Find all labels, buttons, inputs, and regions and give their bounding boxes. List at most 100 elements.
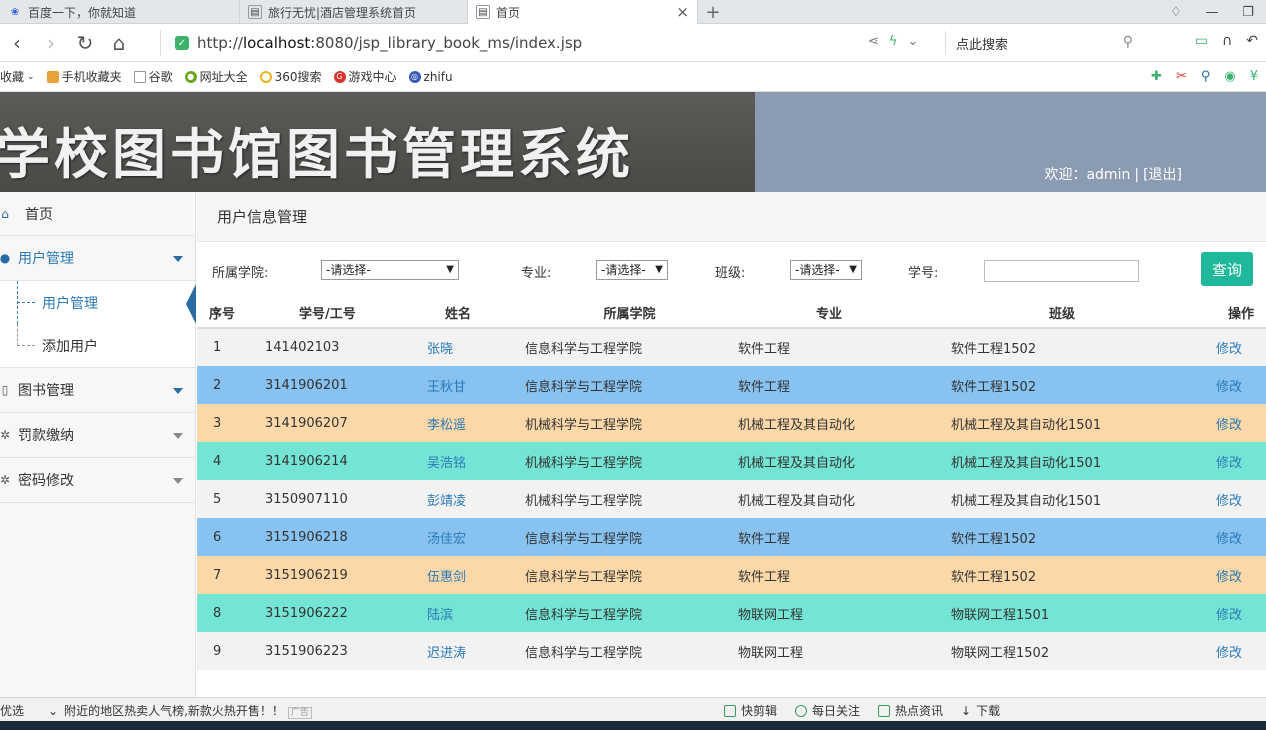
edit-link[interactable]: 修改 — [1216, 646, 1242, 661]
logout-link[interactable]: [退出] — [1143, 167, 1182, 183]
user-name-link[interactable]: 伍惠剑 — [427, 570, 466, 585]
status-tool-daily[interactable]: 每日关注 — [795, 702, 860, 719]
user-name-link[interactable]: 张晓 — [427, 342, 453, 357]
minimize-icon[interactable]: — — [1194, 0, 1230, 24]
ticker-text: 附近的地区热卖人气榜,新款火热开售！！ — [64, 704, 284, 718]
cell-college: 信息科学与工程学院 — [525, 569, 643, 585]
status-tool-kuaijianji[interactable]: 快剪辑 — [724, 702, 777, 719]
cell-op: 修改 — [1169, 442, 1266, 480]
cell-name: 伍惠剑 — [425, 556, 523, 594]
chevron-down-icon: ▼ — [655, 264, 663, 275]
browser-tab-baidu[interactable]: ❀ 百度一下，你就知道 — [0, 0, 240, 24]
user-name-link[interactable]: 彭靖凌 — [427, 494, 466, 509]
extension-icon[interactable]: ✚ — [1151, 69, 1162, 84]
table-row: 2 3141906201 王秋甘 信息科学与工程学院 软件工程 软件工程1502 修改 — [197, 366, 1266, 404]
cell-id: 3151906218 — [265, 529, 348, 545]
browser-tab-title: 百度一下，你就知道 — [28, 5, 137, 20]
refresh-icon[interactable]: ↻ — [68, 24, 102, 62]
cell-college: 机械科学与工程学院 — [525, 417, 643, 433]
search-icon[interactable]: ⚲ — [1123, 34, 1133, 50]
bookmark-hao123[interactable]: ● 网址大全 — [184, 68, 248, 85]
sidebar-item-book-management[interactable]: ▯ 图书管理 — [0, 368, 195, 413]
cell-college: 机械科学与工程学院 — [525, 493, 643, 509]
cell-id: 3141906201 — [265, 377, 348, 393]
restore-icon[interactable]: ❐ — [1230, 0, 1266, 24]
edit-link[interactable]: 修改 — [1216, 380, 1242, 395]
game-pad-icon[interactable]: ◉ — [1224, 69, 1235, 84]
status-ticker[interactable]: ⌄ 附近的地区热卖人气榜,新款火热开售！！ 广告 — [48, 702, 312, 719]
ring-icon — [259, 70, 272, 83]
lightning-icon[interactable]: ϟ — [889, 34, 898, 49]
sidebar-item-password[interactable]: ✲ 密码修改 — [0, 458, 195, 503]
sidebar-item-user-management[interactable]: ● 用户管理 — [0, 236, 195, 281]
close-icon[interactable]: × — [676, 3, 689, 21]
username: admin — [1086, 167, 1131, 183]
cell-name: 李松遥 — [425, 404, 523, 442]
cell-name: 彭靖凌 — [425, 480, 523, 518]
browser-tab-hotel[interactable]: ▤ 旅行无忧|酒店管理系统首页 — [240, 0, 468, 24]
shirt-icon[interactable]: ♢ — [1158, 0, 1194, 24]
bookmark-zhifu[interactable]: ◎ zhifu — [408, 70, 453, 84]
chevron-down-icon[interactable]: ⌄ — [907, 34, 918, 49]
cell-no: 3 — [213, 415, 222, 431]
user-name-link[interactable]: 迟进涛 — [427, 646, 466, 661]
college-select[interactable]: -请选择- ▼ — [321, 260, 459, 280]
browser-search-input[interactable]: 点此搜索 ⚲ — [945, 31, 1145, 55]
query-button[interactable]: 查询 — [1201, 252, 1253, 286]
table-row: 7 3151906219 伍惠剑 信息科学与工程学院 软件工程 软件工程1502 修改 — [197, 556, 1266, 594]
search-icon[interactable]: ⚲ — [1201, 69, 1211, 84]
sidebar-subitem-user-management[interactable]: 用户管理 — [0, 281, 196, 324]
bookmark-google[interactable]: 谷歌 — [133, 68, 173, 85]
headphone-icon[interactable]: ∩ — [1222, 33, 1232, 49]
cell-college: 信息科学与工程学院 — [525, 342, 643, 357]
edit-link[interactable]: 修改 — [1216, 342, 1242, 357]
bookmark-games[interactable]: G 游戏中心 — [333, 68, 397, 85]
table-row: 9 3151906223 迟进涛 信息科学与工程学院 物联网工程 物联网工程1502 修改 — [197, 632, 1266, 670]
browser-right-tools: ▭ ∩ ↶ — [1195, 33, 1258, 49]
user-name-link[interactable]: 王秋甘 — [427, 380, 466, 395]
url-tools: ⋖ ϟ ⌄ — [868, 34, 918, 49]
cell-college: 信息科学与工程学院 — [525, 645, 643, 661]
battery-icon[interactable]: ▭ — [1195, 33, 1208, 49]
edit-link[interactable]: 修改 — [1216, 494, 1242, 509]
edit-link[interactable]: 修改 — [1216, 418, 1242, 433]
student-id-input[interactable] — [984, 260, 1139, 282]
sidebar-item-fines[interactable]: ✲ 罚款缴纳 — [0, 413, 195, 458]
cell-major: 物联网工程 — [738, 607, 804, 623]
page-icon: ▤ — [248, 5, 262, 19]
sidebar-item-home[interactable]: ⌂ 首页 — [0, 192, 195, 236]
table-row: 1 141402103 张晓 信息科学与工程学院 软件工程 软件工程1502 修改 — [197, 328, 1266, 366]
browser-tab-home[interactable]: ▤ 首页 × — [468, 0, 698, 24]
news-icon — [878, 704, 891, 717]
status-tool-download[interactable]: ↓ 下载 — [961, 702, 1000, 719]
share-icon[interactable]: ⋖ — [868, 34, 879, 49]
edit-link[interactable]: 修改 — [1216, 456, 1242, 471]
bookmark-favorites[interactable]: 收藏 ⌄ — [0, 68, 35, 85]
play-icon — [795, 704, 808, 717]
cell-op: 修改 — [1169, 556, 1266, 594]
new-tab-button[interactable]: + — [698, 0, 728, 24]
user-name-link[interactable]: 李松遥 — [427, 418, 466, 433]
major-select[interactable]: -请选择- ▼ — [596, 260, 668, 280]
forward-icon[interactable]: › — [34, 24, 68, 62]
edit-link[interactable]: 修改 — [1216, 532, 1242, 547]
edit-link[interactable]: 修改 — [1216, 570, 1242, 585]
user-name-link[interactable]: 吴浩铭 — [427, 456, 466, 471]
back-icon[interactable]: ‹ — [0, 24, 34, 62]
home-icon[interactable]: ⌂ — [102, 24, 136, 62]
sidebar-item-label: 首页 — [25, 206, 53, 223]
bookmark-360[interactable]: 360搜索 — [259, 68, 322, 85]
class-select[interactable]: -请选择- ▼ — [790, 260, 862, 280]
scissors-icon[interactable]: ✂ — [1176, 69, 1187, 84]
sidebar-submenu: 用户管理 添加用户 — [0, 281, 196, 368]
status-left[interactable]: 优选 — [0, 702, 24, 719]
user-name-link[interactable]: 汤佳宏 — [427, 532, 466, 547]
sidebar-subitem-add-user[interactable]: 添加用户 — [0, 324, 195, 367]
url-field[interactable]: ✓ http://localhost:8080/jsp_library_book… — [160, 30, 940, 56]
status-tool-news[interactable]: 热点资讯 — [878, 702, 943, 719]
edit-link[interactable]: 修改 — [1216, 608, 1242, 623]
undo-icon[interactable]: ↶ — [1246, 33, 1258, 49]
user-name-link[interactable]: 陆滨 — [427, 608, 453, 623]
bookmark-mobile[interactable]: 手机收藏夹 — [46, 68, 122, 85]
money-icon[interactable]: ¥ — [1250, 69, 1258, 84]
